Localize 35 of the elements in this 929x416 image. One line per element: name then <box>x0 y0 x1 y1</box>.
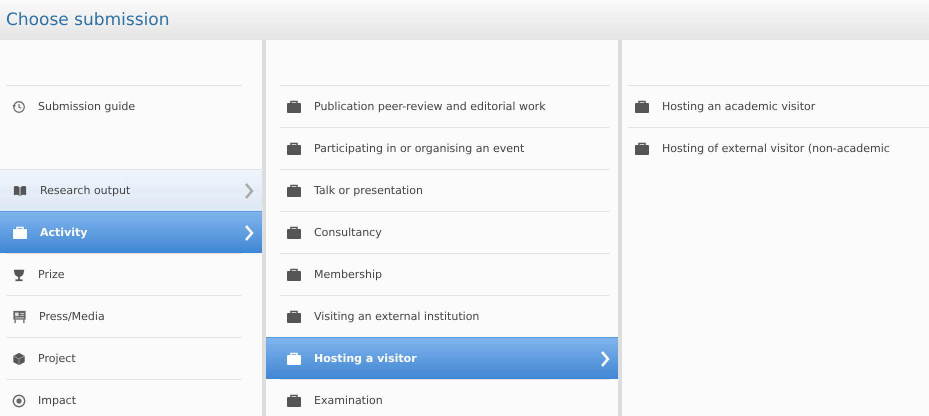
dialog-title: Choose submission <box>6 10 170 30</box>
briefcase-icon <box>286 394 302 408</box>
billboard-icon <box>12 310 27 324</box>
chevron-icon <box>244 182 254 200</box>
menu-item[interactable]: Impact <box>6 379 242 416</box>
briefcase-icon <box>286 142 302 156</box>
menu-item[interactable]: Talk or presentation <box>280 169 610 211</box>
briefcase-icon <box>634 142 650 156</box>
menu-item[interactable]: Hosting of external visitor (non-academic <box>628 127 929 169</box>
briefcase-icon <box>286 226 302 240</box>
briefcase-icon <box>286 184 302 198</box>
history-icon <box>12 100 26 114</box>
menu-item[interactable]: Examination <box>280 379 610 416</box>
menu-item[interactable]: Press/Media <box>6 295 242 337</box>
briefcase-icon <box>12 226 28 240</box>
menu-item[interactable]: Project <box>6 337 242 379</box>
menu-item[interactable]: Submission guide <box>6 85 242 127</box>
menu-item[interactable]: Research output <box>0 169 262 211</box>
menu-item[interactable]: Consultancy <box>280 211 610 253</box>
briefcase-icon <box>286 310 302 324</box>
chevron-icon <box>600 350 610 368</box>
menu-item[interactable]: Participating in or organising an event <box>280 127 610 169</box>
briefcase-icon <box>286 352 302 366</box>
chevron-icon <box>244 224 254 242</box>
briefcase-icon <box>634 100 650 114</box>
briefcase-icon <box>286 268 302 282</box>
cube-icon <box>12 352 26 366</box>
menu-item[interactable]: Prize <box>6 253 242 295</box>
menu-item[interactable]: Publication peer-review and editorial work <box>280 85 610 127</box>
target-icon <box>12 394 26 408</box>
menu-item[interactable]: Hosting an academic visitor <box>628 85 929 127</box>
book-icon <box>12 184 28 198</box>
briefcase-icon <box>286 100 302 114</box>
trophy-icon <box>12 268 26 282</box>
menu-item[interactable]: Membership <box>280 253 610 295</box>
